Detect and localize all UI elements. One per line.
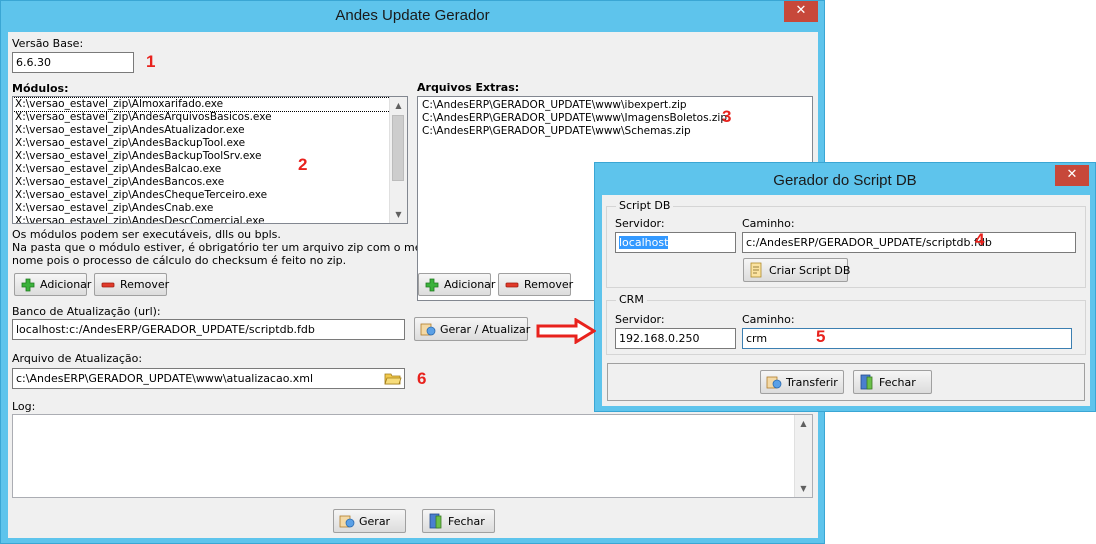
script-db-group-title: Script DB — [616, 199, 674, 212]
crm-caminho-input[interactable]: crm — [742, 328, 1072, 349]
folder-open-icon[interactable] — [384, 370, 402, 386]
modulos-note-3: nome pois o processo de cálculo do check… — [12, 254, 347, 267]
modulos-note-1: Os módulos podem ser executáveis, dlls o… — [12, 228, 281, 241]
modulo-list-item[interactable]: X:\versao_estavel_zip\AndesBalcao.exe — [13, 163, 390, 176]
modulo-list-item[interactable]: X:\versao_estavel_zip\Almoxarifado.exe — [13, 97, 391, 112]
versao-base-label: Versão Base: — [12, 37, 84, 50]
modulo-list-item[interactable]: X:\versao_estavel_zip\AndesCnab.exe — [13, 202, 390, 215]
document-icon — [749, 262, 765, 278]
caminho-input[interactable]: c:/AndesERP/GERADOR_UPDATE/scriptdb.fdb — [742, 232, 1076, 253]
servidor-input[interactable]: localhost — [615, 232, 736, 253]
crm-servidor-input[interactable]: 192.168.0.250 — [615, 328, 736, 349]
arquivo-input[interactable]: c:\AndesERP\GERADOR_UPDATE\www\atualizac… — [12, 368, 405, 389]
minus-icon — [100, 277, 116, 293]
modulo-list-item[interactable]: X:\versao_estavel_zip\AndesChequeTerceir… — [13, 189, 390, 202]
modulos-label: Módulos: — [12, 82, 69, 95]
callout-6: 6 — [417, 369, 427, 388]
extras-remove-label: Remover — [524, 278, 574, 291]
callout-1: 1 — [146, 52, 156, 71]
caminho-label: Caminho: — [742, 217, 795, 230]
arquivos-extras-label: Arquivos Extras: — [417, 81, 520, 94]
dialog-fechar-button[interactable]: Fechar — [853, 370, 932, 394]
modulo-list-item[interactable]: X:\versao_estavel_zip\AndesBancos.exe — [13, 176, 390, 189]
gerar-atualizar-button[interactable]: Gerar / Atualizar — [414, 317, 531, 341]
modulos-note-2: Na pasta que o módulo estiver, é obrigat… — [12, 241, 445, 254]
plus-icon — [20, 277, 36, 293]
callout-3: 3 — [722, 107, 732, 126]
fechar-button[interactable]: Fechar — [422, 509, 495, 533]
modulos-remove-button[interactable]: Remover — [94, 273, 170, 296]
extras-add-button[interactable]: Adicionar — [418, 273, 495, 296]
modulo-list-item[interactable]: X:\versao_estavel_zip\AndesBackupTool.ex… — [13, 137, 390, 150]
modulos-add-label: Adicionar — [40, 278, 92, 291]
transferir-button[interactable]: Transferir — [760, 370, 844, 394]
modulo-list-item[interactable]: X:\versao_estavel_zip\AndesBackupToolSrv… — [13, 150, 390, 163]
modulos-add-button[interactable]: Adicionar — [14, 273, 91, 296]
transfer-icon — [766, 374, 782, 390]
crm-caminho-label: Caminho: — [742, 313, 795, 326]
main-close-button[interactable]: ✕ — [784, 1, 818, 22]
generate-icon — [420, 321, 436, 337]
crm-group-title: CRM — [616, 293, 647, 306]
extras-remove-button[interactable]: Remover — [498, 273, 574, 296]
modulos-scrollbar[interactable]: ▲ ▼ — [389, 97, 407, 223]
modulos-list[interactable]: X:\versao_estavel_zip\Almoxarifado.exe X:… — [12, 96, 408, 224]
arrow-right-icon — [536, 317, 597, 345]
dialog-title: Gerador do Script DB — [773, 172, 917, 189]
main-window-title: Andes Update Gerador — [335, 7, 490, 24]
criar-script-button[interactable]: Criar Script DB — [743, 258, 851, 282]
script-db-dialog: Gerador do Script DB ✕ Script DB Servido… — [594, 162, 1096, 412]
transferir-label: Transferir — [786, 375, 838, 389]
arquivo-extra-list-item[interactable]: C:\AndesERP\GERADOR_UPDATE\www\ibexpert.… — [420, 99, 727, 112]
door-exit-icon — [859, 374, 875, 390]
banco-input[interactable]: localhost:c:/AndesERP/GERADOR_UPDATE/scr… — [12, 319, 405, 340]
log-label: Log: — [12, 400, 36, 413]
modulo-list-item[interactable]: X:\versao_estavel_zip\AndesDescComercial… — [13, 215, 390, 223]
modulos-remove-label: Remover — [120, 278, 170, 291]
modulo-list-item[interactable]: X:\versao_estavel_zip\AndesArquivosBasic… — [13, 111, 390, 124]
plus-icon — [424, 277, 440, 293]
scroll-down-icon[interactable]: ▼ — [390, 206, 407, 223]
scroll-thumb[interactable] — [392, 115, 404, 181]
gerar-atualizar-label: Gerar / Atualizar — [440, 322, 531, 336]
dialog-client-area: Script DB Servidor: localhost Caminho: c… — [602, 195, 1090, 406]
scroll-down-icon[interactable]: ▼ — [795, 480, 812, 497]
banco-label: Banco de Atualização (url): — [12, 305, 161, 318]
arquivo-extra-list-item[interactable]: C:\AndesERP\GERADOR_UPDATE\www\ImagensBo… — [420, 112, 727, 125]
arquivo-extra-list-item[interactable]: C:\AndesERP\GERADOR_UPDATE\www\Schemas.z… — [420, 125, 727, 138]
gerar-button[interactable]: Gerar — [333, 509, 406, 533]
callout-2: 2 — [298, 155, 308, 174]
crm-servidor-label: Servidor: — [615, 313, 665, 326]
dialog-close-button[interactable]: ✕ — [1055, 165, 1089, 186]
scroll-up-icon[interactable]: ▲ — [795, 415, 812, 432]
servidor-value: localhost — [619, 236, 669, 249]
generate-icon — [339, 513, 355, 529]
callout-4: 4 — [975, 230, 985, 249]
versao-base-input[interactable]: 6.6.30 — [12, 52, 134, 73]
minus-icon — [504, 277, 520, 293]
fechar-label: Fechar — [448, 514, 485, 528]
scroll-up-icon[interactable]: ▲ — [390, 97, 407, 114]
modulo-list-item[interactable]: X:\versao_estavel_zip\AndesAtualizador.e… — [13, 124, 390, 137]
gerar-label: Gerar — [359, 514, 391, 528]
criar-script-label: Criar Script DB — [769, 263, 851, 277]
door-exit-icon — [428, 513, 444, 529]
log-scrollbar[interactable]: ▲ ▼ — [794, 415, 812, 497]
extras-add-label: Adicionar — [444, 278, 496, 291]
arquivo-label: Arquivo de Atualização: — [12, 352, 143, 365]
servidor-label: Servidor: — [615, 217, 665, 230]
dialog-fechar-label: Fechar — [879, 375, 916, 389]
callout-5: 5 — [816, 327, 826, 346]
log-textarea[interactable]: ▲ ▼ — [12, 414, 813, 498]
dialog-button-panel — [607, 363, 1085, 401]
